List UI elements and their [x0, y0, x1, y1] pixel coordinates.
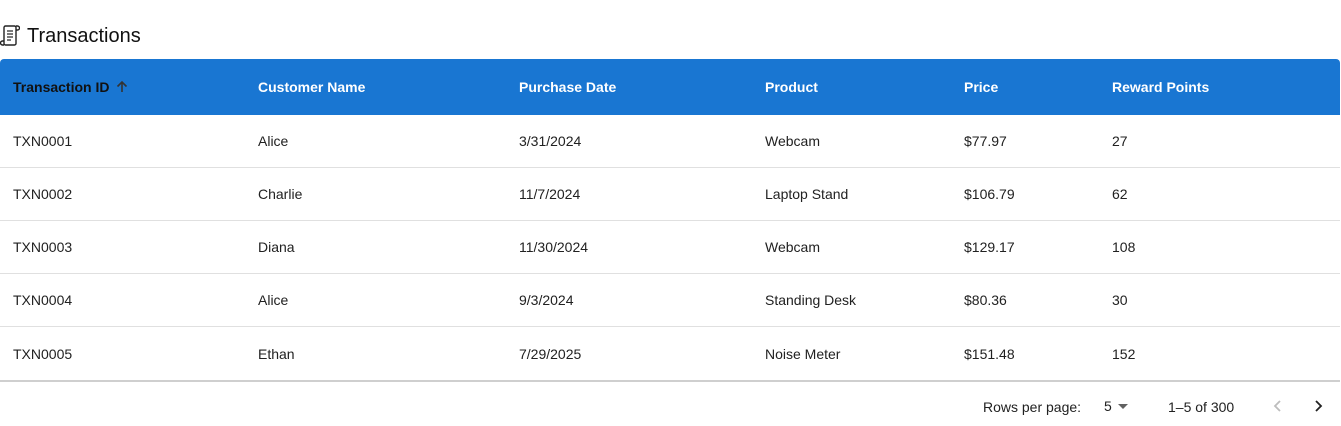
cell-transaction-id: TXN0005 — [13, 345, 73, 362]
table-row[interactable]: TXN0002 Charlie 11/7/2024 Laptop Stand $… — [0, 168, 1340, 221]
cell-transaction-id: TXN0003 — [13, 239, 73, 255]
cell-purchase-date: 9/3/2024 — [519, 292, 574, 308]
cell-purchase-date: 3/31/2024 — [519, 133, 582, 149]
table-pagination: Rows per page: 5 1–5 of 300 — [0, 386, 1341, 426]
cell-customer-name: Charlie — [258, 186, 303, 202]
cell-product: Noise Meter — [765, 345, 841, 362]
arrow-up-icon — [117, 80, 128, 92]
table-row[interactable]: TXN0001 Alice 3/31/2024 Webcam $77.97 27 — [0, 115, 1340, 168]
transactions-table: Transaction ID Customer Name Purchase Da… — [0, 59, 1340, 382]
cell-customer-name: Ethan — [258, 345, 295, 362]
rows-per-page-value: 5 — [1104, 398, 1112, 414]
cell-transaction-id: TXN0004 — [13, 292, 73, 308]
column-header-label: Reward Points — [1112, 79, 1210, 95]
next-page-button[interactable] — [1306, 394, 1330, 418]
cell-reward-points: 30 — [1112, 292, 1128, 308]
column-header-label: Purchase Date — [519, 79, 617, 95]
scroll-icon — [0, 25, 20, 46]
table-row[interactable]: TXN0003 Diana 11/30/2024 Webcam $129.17 … — [0, 221, 1340, 274]
cell-price: $106.79 — [964, 186, 1015, 202]
column-header-purchase-date[interactable]: Purchase Date — [506, 79, 752, 95]
page-title: Transactions — [27, 24, 141, 47]
pagination-range: 1–5 of 300 — [1168, 399, 1235, 415]
cell-purchase-date: 11/7/2024 — [519, 186, 581, 202]
column-header-product[interactable]: Product — [752, 79, 951, 95]
cell-price: $129.17 — [964, 239, 1015, 255]
column-header-label: Transaction ID — [13, 79, 110, 95]
cell-price: $151.48 — [964, 345, 1015, 362]
column-header-customer-name[interactable]: Customer Name — [245, 79, 506, 95]
cell-reward-points: 62 — [1112, 186, 1128, 202]
column-header-transaction-id[interactable]: Transaction ID — [0, 79, 245, 95]
chevron-right-icon — [1315, 400, 1323, 412]
cell-product: Standing Desk — [765, 292, 857, 308]
cell-product: Webcam — [765, 239, 820, 255]
cell-customer-name: Diana — [258, 239, 295, 255]
cell-customer-name: Alice — [258, 133, 289, 149]
table-row[interactable]: TXN0004 Alice 9/3/2024 Standing Desk $80… — [0, 274, 1340, 327]
cell-product: Laptop Stand — [765, 186, 849, 202]
chevron-left-icon — [1273, 400, 1281, 412]
rows-per-page-select[interactable]: 5 — [1104, 398, 1128, 414]
cell-price: $77.97 — [964, 133, 1007, 149]
cell-purchase-date: 7/29/2025 — [519, 345, 582, 362]
cell-reward-points: 27 — [1112, 133, 1128, 149]
column-header-label: Price — [964, 79, 999, 95]
cell-transaction-id: TXN0002 — [13, 186, 73, 202]
column-header-reward-points[interactable]: Reward Points — [1099, 79, 1340, 95]
caret-down-icon — [1117, 403, 1128, 409]
column-header-label: Product — [765, 79, 818, 95]
cell-reward-points: 152 — [1112, 345, 1136, 362]
cell-purchase-date: 11/30/2024 — [519, 239, 589, 255]
column-header-price[interactable]: Price — [951, 79, 1099, 95]
column-header-label: Customer Name — [258, 79, 366, 95]
cell-product: Webcam — [765, 133, 820, 149]
cell-price: $80.36 — [964, 292, 1007, 308]
cell-customer-name: Alice — [258, 292, 289, 308]
table-header-row: Transaction ID Customer Name Purchase Da… — [0, 59, 1340, 115]
cell-transaction-id: TXN0001 — [13, 133, 73, 149]
cell-reward-points: 108 — [1112, 239, 1136, 255]
rows-per-page-label: Rows per page: — [983, 399, 1082, 415]
table-row[interactable]: TXN0005 Ethan 7/29/2025 Noise Meter $151… — [0, 327, 1340, 380]
previous-page-button[interactable] — [1266, 394, 1290, 418]
page-header: Transactions — [0, 22, 141, 50]
